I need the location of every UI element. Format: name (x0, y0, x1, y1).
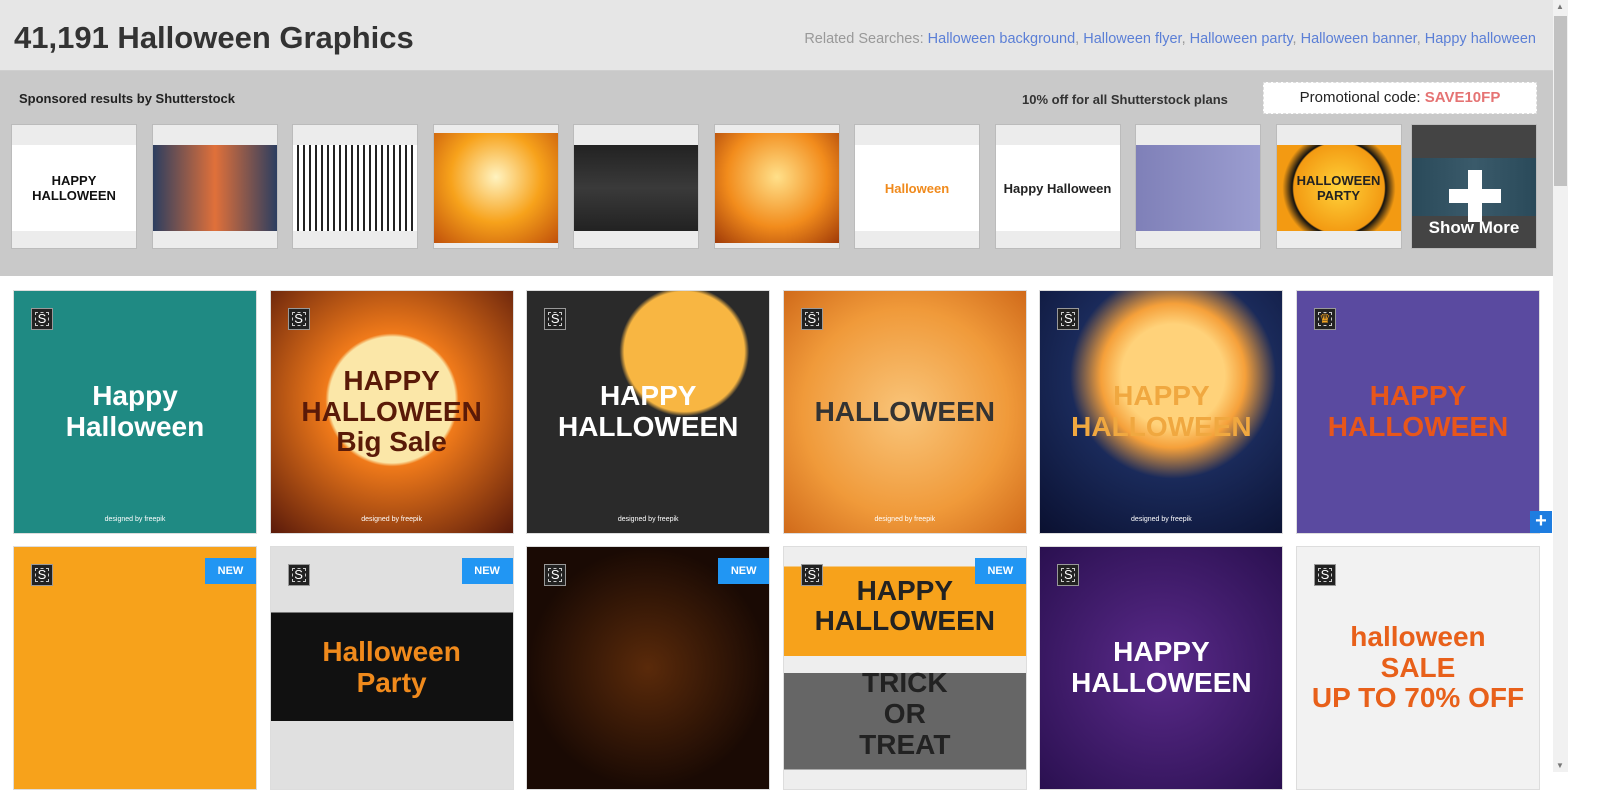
card-artwork: HAPPY HALLOWEEN TRICK OR TREAT (814, 574, 996, 760)
graphic-card[interactable]: halloween SALE UP TO 70% OFF S (1296, 546, 1540, 790)
add-button[interactable]: + (1530, 511, 1552, 533)
show-more-button[interactable]: Show More (1411, 124, 1537, 249)
plus-icon (1449, 170, 1501, 222)
card-artwork: halloween SALE UP TO 70% OFF (1311, 620, 1525, 714)
shutterstock-badge-icon: S (287, 308, 310, 330)
card-artwork: HAPPY HALLOWEEN Big Sale (301, 364, 482, 458)
card-artwork: HAPPY HALLOWEEN (557, 380, 739, 442)
thumbnail-image: HAPPY HALLOWEEN (12, 145, 136, 231)
promo-label: Promotional code: (1299, 89, 1421, 106)
thumbnail-image: HALLOWEEN PARTY (1276, 145, 1401, 231)
graphic-card[interactable]: HAPPY HALLOWEEN Sdesigned by freepik (526, 290, 771, 534)
sponsored-thumbnail[interactable] (713, 124, 840, 249)
card-artwork: HAPPY HALLOWEEN (1071, 380, 1252, 442)
related-link[interactable]: Halloween flyer (1083, 31, 1181, 47)
sponsored-thumbnail[interactable] (151, 124, 278, 249)
card-artwork: HALLOWEEN (814, 395, 996, 427)
shutterstock-badge-icon: S (800, 564, 823, 586)
new-badge: NEW (205, 558, 256, 584)
sponsored-thumbnail[interactable]: Happy Halloween (994, 124, 1121, 249)
new-badge: NEW (974, 558, 1026, 584)
graphic-card[interactable]: HALLOWEEN Sdesigned by freepik (782, 290, 1027, 534)
crown-premium-icon: ♛ (1314, 308, 1336, 330)
related-link[interactable]: Halloween banner (1301, 31, 1417, 47)
sponsored-thumbnail[interactable] (432, 124, 559, 249)
sponsored-thumbnail[interactable] (1135, 124, 1261, 249)
graphic-card[interactable]: S NEW (13, 546, 257, 790)
thumbnail-image (293, 145, 417, 231)
page-margin (1568, 0, 1600, 772)
offer-text: 10% off for all Shutterstock plans (1022, 92, 1228, 107)
thumbnail-image: Happy Halloween (995, 145, 1120, 231)
graphic-card[interactable]: HAPPY HALLOWEEN Big Sale Sdesigned by fre… (269, 290, 514, 534)
card-credit: designed by freepik (1131, 516, 1192, 523)
card-credit: designed by freepik (874, 516, 936, 523)
promo-code-box: Promotional code: SAVE10FP (1263, 82, 1537, 114)
shutterstock-badge-icon: S (1057, 308, 1080, 330)
graphic-card[interactable]: HAPPY HALLOWEEN ♛ (1296, 290, 1540, 534)
thumbnail-image (433, 133, 558, 243)
shutterstock-badge-icon: S (287, 564, 310, 586)
card-artwork: Halloween Party (322, 636, 461, 698)
shutterstock-badge-icon: S (31, 564, 53, 586)
graphic-card[interactable]: S NEW (526, 546, 771, 790)
thumbnail-image (574, 145, 698, 231)
thumbnail-image (1136, 145, 1260, 231)
thumbnail-image (152, 145, 277, 231)
shutterstock-badge-icon: S (31, 308, 53, 330)
related-link[interactable]: Halloween party (1190, 31, 1293, 47)
sponsored-thumbnail[interactable] (573, 124, 699, 249)
shutterstock-badge-icon: S (800, 308, 823, 330)
related-link[interactable]: Halloween background (928, 31, 1076, 47)
sponsored-section: Sponsored results by Shutterstock 10% of… (0, 71, 1553, 276)
sponsored-thumbnail[interactable]: HAPPY HALLOWEEN (11, 124, 137, 249)
related-label: Related Searches: (804, 31, 924, 47)
sponsored-thumbnail[interactable]: Halloween (854, 124, 980, 249)
shutterstock-badge-icon: S (1314, 564, 1336, 586)
graphic-card[interactable]: HAPPY HALLOWEEN S (1039, 546, 1284, 790)
shutterstock-badge-icon: S (544, 308, 567, 330)
thumbnail-image (714, 133, 839, 243)
graphic-card[interactable]: HAPPY HALLOWEEN Sdesigned by freepik (1039, 290, 1284, 534)
card-artwork: Happy Halloween (65, 380, 205, 442)
card-credit: designed by freepik (361, 516, 422, 523)
thumbnail-image: Halloween (855, 145, 979, 231)
sponsored-label: Sponsored results by Shutterstock (19, 91, 235, 106)
card-credit: designed by freepik (617, 516, 679, 523)
graphic-card[interactable]: Halloween Party S NEW (269, 546, 514, 790)
promo-code[interactable]: SAVE10FP (1425, 89, 1501, 106)
sponsored-thumbnail[interactable]: HALLOWEEN PARTY (1275, 124, 1402, 249)
page-header: 41,191 Halloween Graphics Related Search… (0, 0, 1553, 71)
scroll-down-icon[interactable]: ▼ (1556, 761, 1564, 770)
shutterstock-badge-icon: S (544, 564, 567, 586)
related-link[interactable]: Happy halloween (1425, 31, 1536, 47)
scroll-up-icon[interactable]: ▲ (1556, 2, 1564, 11)
card-artwork: HAPPY HALLOWEEN (1071, 636, 1252, 698)
graphic-card[interactable]: HAPPY HALLOWEEN TRICK OR TREAT S NEW (782, 546, 1027, 790)
shutterstock-badge-icon: S (1057, 564, 1080, 586)
graphic-card[interactable]: Happy Halloween Sdesigned by freepik (13, 290, 257, 534)
card-credit: designed by freepik (104, 516, 166, 523)
page-title: 41,191 Halloween Graphics (14, 20, 414, 55)
show-more-label: Show More (1428, 218, 1520, 237)
sponsored-thumbnail[interactable] (292, 124, 418, 249)
scrollbar[interactable]: ▲ ▼ (1553, 0, 1568, 772)
related-searches: Related Searches: Halloween background, … (804, 31, 1536, 47)
new-badge: NEW (461, 558, 513, 584)
scrollbar-thumb[interactable] (1554, 16, 1567, 186)
new-badge: NEW (718, 558, 770, 584)
card-artwork: HAPPY HALLOWEEN (1327, 380, 1509, 442)
